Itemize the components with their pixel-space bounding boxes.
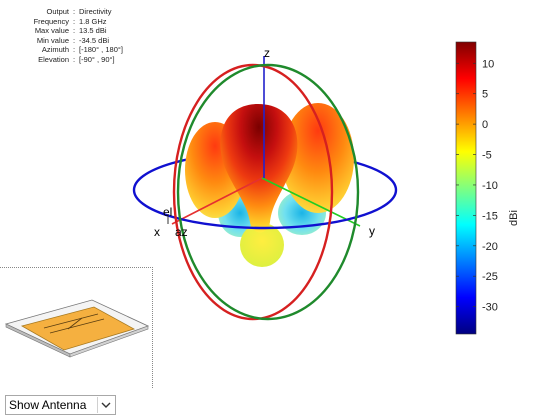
colorbar-unit-label: dBi	[508, 210, 520, 226]
axis-label-z: z	[264, 46, 270, 60]
colorbar-tick-label: 10	[482, 58, 494, 70]
colorbar-tick-label: -5	[482, 150, 492, 162]
colorbar-tick-label: -25	[482, 271, 498, 283]
axis-label-el: el	[163, 205, 172, 219]
colorbar-tick-label: -30	[482, 302, 498, 314]
colorbar-tick-label: 0	[482, 119, 488, 131]
show-antenna-dropdown-value: Show Antenna	[9, 398, 87, 412]
axis-label-x: x	[154, 225, 160, 239]
colorbar-tick-label: -15	[482, 210, 498, 222]
antenna-preview	[4, 299, 150, 358]
chevron-down-icon[interactable]	[97, 397, 114, 413]
axis-label-az: az	[175, 225, 188, 239]
colorbar-tick-label: -20	[482, 241, 498, 253]
show-antenna-dropdown[interactable]: Show Antenna	[5, 395, 116, 415]
antenna-preview-panel	[0, 267, 153, 388]
colorbar-gradient	[455, 41, 477, 335]
axis-label-y: y	[369, 224, 375, 238]
colorbar-tick-label: 5	[482, 89, 488, 101]
colorbar-tick-label: -10	[482, 180, 498, 192]
colorbar: 10 5 0 -5 -10 -15 -20 -25 -30 dBi	[455, 41, 520, 335]
